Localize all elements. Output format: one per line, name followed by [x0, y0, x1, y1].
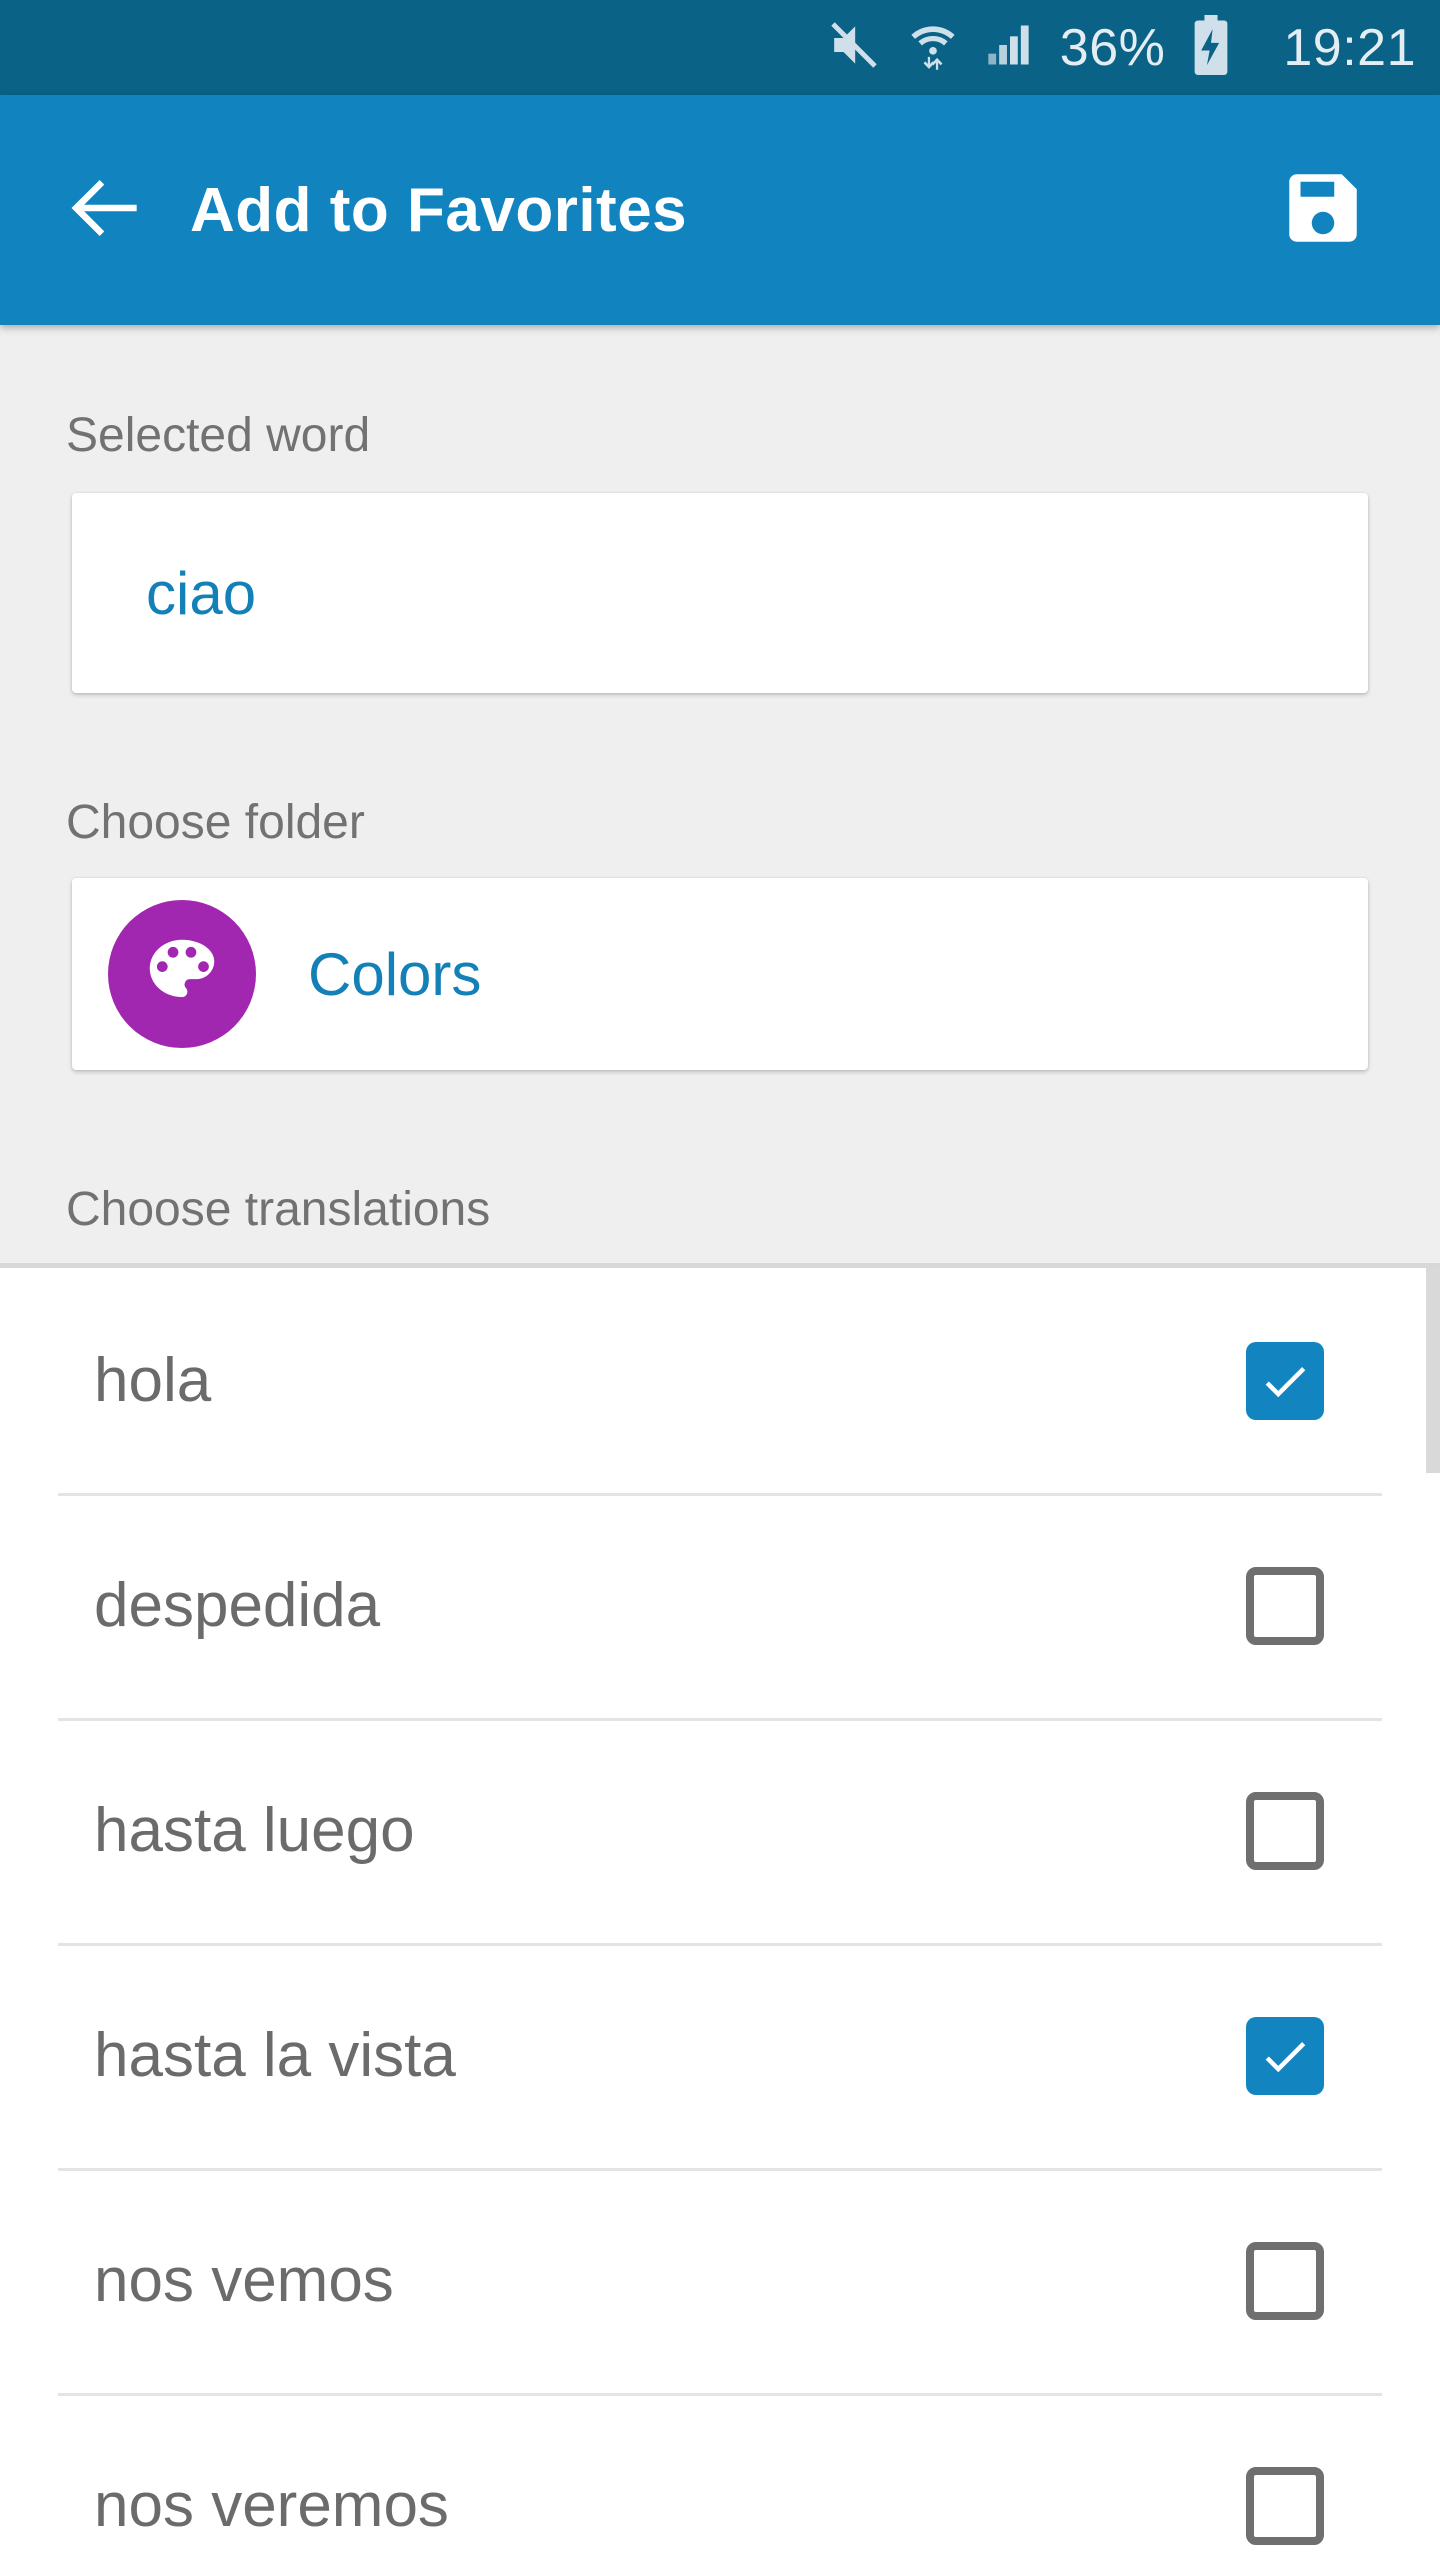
list-scrollbar[interactable] — [1426, 1268, 1440, 1473]
save-button[interactable] — [1268, 155, 1378, 265]
checkbox-unchecked[interactable] — [1246, 2466, 1324, 2545]
list-item-label: hola — [94, 1346, 212, 1415]
selected-word-value: ciao — [146, 559, 257, 627]
checkbox-unchecked[interactable] — [1246, 1566, 1324, 1645]
clock-label: 19:21 — [1283, 18, 1416, 77]
back-arrow-icon — [60, 162, 152, 259]
checkbox-checked[interactable] — [1246, 1341, 1324, 1420]
battery-charging-icon — [1189, 15, 1233, 80]
list-item-label: nos vemos — [94, 2246, 394, 2315]
status-bar-icons: 36% 19:21 — [826, 15, 1416, 80]
checkbox-checked[interactable] — [1246, 2016, 1324, 2095]
palette-icon — [139, 929, 225, 1020]
choose-translations-label: Choose translations — [66, 1183, 491, 1236]
list-item-label: hasta la vista — [94, 2021, 456, 2090]
list-item[interactable]: hola — [0, 1268, 1440, 1493]
choose-folder-label: Choose folder — [66, 796, 365, 849]
list-item-label: hasta luego — [94, 1796, 415, 1865]
save-floppy-icon — [1278, 163, 1368, 258]
list-item[interactable]: despedida — [0, 1493, 1440, 1718]
app-screen: 36% 19:21 Add to Favorites Selected word… — [0, 0, 1440, 2560]
list-item[interactable]: nos veremos — [0, 2393, 1440, 2560]
checkbox-unchecked[interactable] — [1246, 1791, 1324, 1870]
back-button[interactable] — [52, 156, 160, 264]
list-item-label: nos veremos — [94, 2471, 449, 2540]
battery-percent-label: 36% — [1059, 18, 1166, 77]
list-item[interactable]: hasta la vista — [0, 1943, 1440, 2168]
selected-word-field[interactable]: ciao — [72, 493, 1368, 693]
section-divider — [0, 1263, 1440, 1268]
list-item[interactable]: nos vemos — [0, 2168, 1440, 2393]
app-bar: Add to Favorites — [0, 95, 1440, 325]
selected-word-label: Selected word — [66, 409, 371, 462]
list-item-label: despedida — [94, 1571, 381, 1640]
page-title: Add to Favorites — [190, 175, 688, 245]
volume-mute-icon — [826, 17, 882, 78]
folder-selector[interactable]: Colors — [72, 878, 1368, 1070]
folder-name-label: Colors — [308, 940, 482, 1008]
checkbox-unchecked[interactable] — [1246, 2241, 1324, 2320]
cellular-signal-icon — [984, 19, 1036, 76]
folder-badge — [108, 900, 256, 1048]
wifi-icon — [906, 18, 960, 77]
form-section: Selected word ciao Choose folder Colors … — [0, 325, 1440, 1263]
status-bar: 36% 19:21 — [0, 0, 1440, 95]
list-item[interactable]: hasta luego — [0, 1718, 1440, 1943]
translations-list[interactable]: hola despedida hasta luego hasta la vista no… — [0, 1268, 1440, 2560]
